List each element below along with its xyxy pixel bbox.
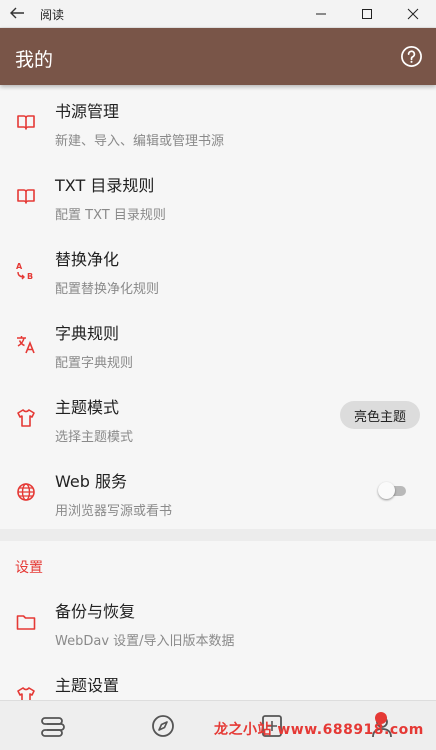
- content-list[interactable]: 书源管理 新建、导入、编辑或管理书源 TXT 目录规则 配置 TXT 目录规则 …: [0, 85, 436, 700]
- notification-badge: [375, 712, 387, 724]
- shirt-icon: [17, 409, 35, 427]
- window-titlebar: 阅读: [0, 0, 436, 28]
- menu-item-subtitle: WebDav 设置/导入旧版本数据: [55, 634, 235, 649]
- section-title: 设置: [15, 560, 43, 576]
- book-icon: [17, 115, 35, 130]
- compass-icon[interactable]: [150, 713, 176, 739]
- menu-item-theme-mode[interactable]: 主题模式 选择主题模式 亮色主题: [0, 381, 436, 455]
- theme-mode-chip[interactable]: 亮色主题: [340, 401, 420, 429]
- toggle-thumb: [378, 482, 395, 499]
- svg-text:A: A: [16, 262, 23, 271]
- bookshelf-icon[interactable]: [40, 713, 66, 739]
- app-bar: 我的: [0, 28, 436, 85]
- menu-item-title: 主题设置: [55, 676, 120, 695]
- menu-item-title: 主题模式: [55, 398, 120, 417]
- menu-item-subtitle: 选择主题模式: [55, 430, 134, 445]
- maximize-icon: [362, 9, 372, 19]
- maximize-button[interactable]: [344, 0, 390, 28]
- menu-item-subtitle: 新建、导入、编辑或管理书源: [55, 134, 225, 149]
- settings-header: 设置: [0, 541, 436, 585]
- menu-item-title: 书源管理: [55, 102, 120, 121]
- menu-item-subtitle: 用浏览器写源或看书: [55, 504, 173, 519]
- menu-item-title: 替换净化: [55, 250, 120, 269]
- watermark: 龙之小站 www.688918.com: [214, 722, 424, 738]
- shirt-icon: [17, 687, 35, 700]
- svg-text:B: B: [27, 272, 33, 281]
- menu-item-subtitle: 配置 TXT 目录规则: [55, 208, 166, 223]
- menu-item-subtitle: 配置字典规则: [55, 356, 134, 371]
- menu-item-title: 字典规则: [55, 324, 120, 343]
- menu-item-title: TXT 目录规则: [55, 176, 155, 195]
- menu-item-title: Web 服务: [55, 472, 127, 491]
- book-icon: [17, 189, 35, 204]
- menu-item-book-source[interactable]: 书源管理 新建、导入、编辑或管理书源: [0, 85, 436, 159]
- close-button[interactable]: [390, 0, 436, 28]
- menu-item-theme-settings[interactable]: 主题设置: [0, 659, 436, 700]
- back-arrow-icon[interactable]: [8, 4, 26, 22]
- menu-item-txt-toc-rules[interactable]: TXT 目录规则 配置 TXT 目录规则: [0, 159, 436, 233]
- menu-item-backup-restore[interactable]: 备份与恢复 WebDav 设置/导入旧版本数据: [0, 585, 436, 659]
- menu-item-title: 备份与恢复: [55, 602, 136, 621]
- section-divider: [0, 529, 436, 541]
- menu-item-dict-rules[interactable]: 字典规则 配置字典规则: [0, 307, 436, 381]
- menu-item-web-service[interactable]: Web 服务 用浏览器写源或看书: [0, 455, 436, 529]
- settings-section: 设置 备份与恢复 WebDav 设置/导入旧版本数据 主题设置: [0, 541, 436, 700]
- menu-item-subtitle: 配置替换净化规则: [55, 282, 160, 297]
- help-icon[interactable]: [400, 45, 423, 68]
- window-title: 阅读: [40, 8, 65, 22]
- globe-icon: [17, 483, 35, 501]
- folder-icon: [16, 615, 36, 630]
- replace-icon: A B: [16, 262, 33, 281]
- minimize-icon: [316, 13, 326, 15]
- minimize-button[interactable]: [298, 0, 344, 28]
- page-title: 我的: [15, 49, 54, 71]
- translate-icon: [17, 336, 35, 354]
- web-service-toggle[interactable]: [378, 481, 408, 499]
- menu-item-replace-rules[interactable]: A B 替换净化 配置替换净化规则: [0, 233, 436, 307]
- close-icon: [407, 8, 419, 20]
- main-menu-section: 书源管理 新建、导入、编辑或管理书源 TXT 目录规则 配置 TXT 目录规则 …: [0, 85, 436, 529]
